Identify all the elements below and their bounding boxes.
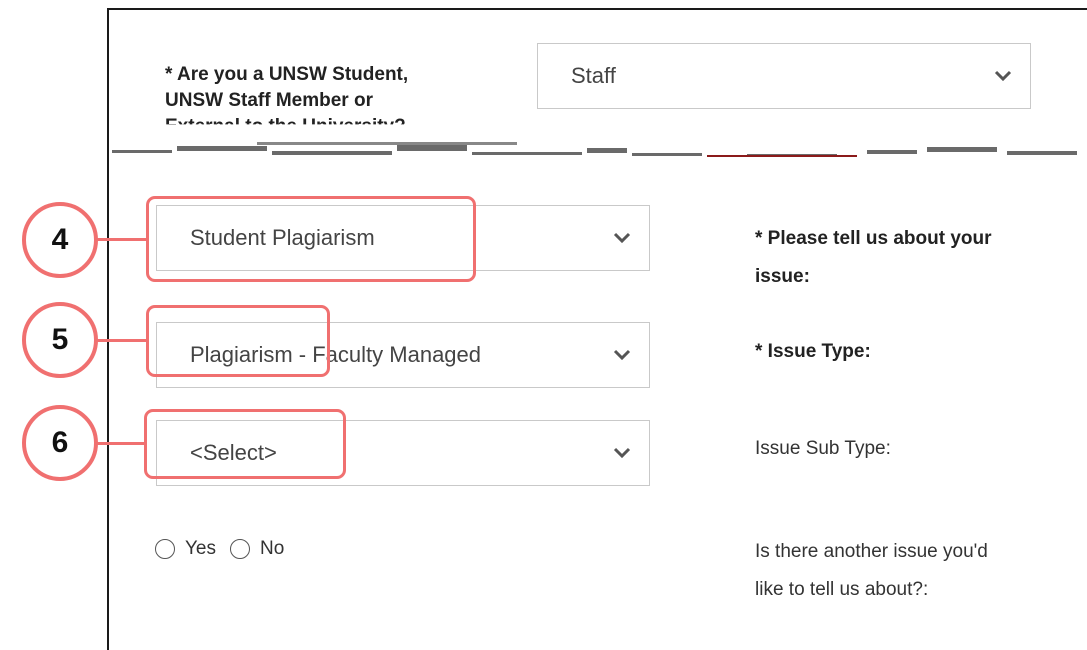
highlight-box-5 bbox=[146, 305, 330, 377]
chevron-down-icon bbox=[613, 349, 631, 361]
callout-5: 5 bbox=[22, 302, 98, 378]
radio-no[interactable] bbox=[230, 539, 250, 559]
radio-yes-label: Yes bbox=[185, 538, 216, 559]
another-issue-label: Is there another issue you'd like to tel… bbox=[755, 541, 988, 600]
another-issue-radio-group: Yes No bbox=[155, 538, 298, 560]
chevron-down-icon bbox=[613, 447, 631, 459]
callout-6: 6 bbox=[22, 405, 98, 481]
connector-line-5 bbox=[95, 339, 148, 342]
highlight-box-4 bbox=[146, 196, 476, 282]
connector-line-6 bbox=[95, 442, 146, 445]
issue-type-label: * Issue Type: bbox=[755, 341, 871, 362]
connector-line-4 bbox=[95, 238, 148, 241]
highlight-box-6 bbox=[144, 409, 346, 479]
role-select-value: Staff bbox=[571, 63, 616, 88]
issue-label: * Please tell us about your issue: bbox=[755, 228, 992, 287]
chevron-down-icon bbox=[613, 232, 631, 244]
role-question-label: * Are you a UNSW Student, UNSW Staff Mem… bbox=[165, 64, 409, 137]
radio-no-label: No bbox=[260, 538, 285, 559]
issue-sub-type-label: Issue Sub Type: bbox=[755, 438, 891, 459]
rendering-artifact bbox=[112, 142, 1077, 157]
callout-4: 4 bbox=[22, 202, 98, 278]
role-select[interactable]: Staff bbox=[537, 43, 1031, 109]
radio-yes[interactable] bbox=[155, 539, 175, 559]
chevron-down-icon bbox=[994, 70, 1012, 82]
